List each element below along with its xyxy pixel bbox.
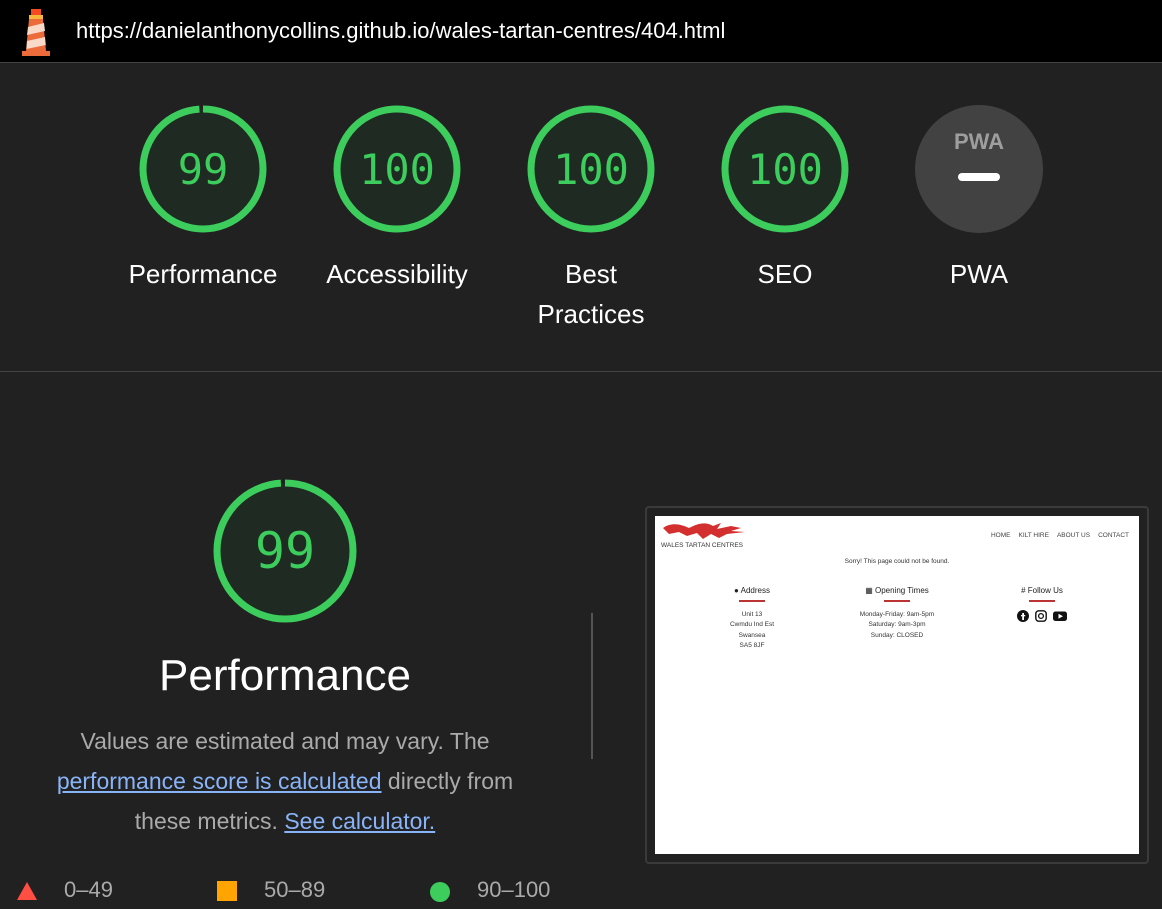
gauge-label: Performance xyxy=(128,259,278,289)
page-url[interactable]: https://danielanthonycollins.github.io/w… xyxy=(76,18,725,44)
score-ring: 100 xyxy=(721,105,849,233)
score-value: 100 xyxy=(747,145,823,194)
address-line: Unit 13 xyxy=(741,610,763,618)
score-value: 100 xyxy=(359,145,435,194)
svg-text:PWA: PWA xyxy=(954,129,1004,154)
follow-us-column: # Follow Us xyxy=(982,586,1102,622)
address-line: Swansea xyxy=(738,631,766,639)
score-ring: 99 xyxy=(213,479,357,623)
gauge-best-practices[interactable]: 100 Best Practices xyxy=(501,104,681,334)
score-legend: 0–49 50–89 90–100 xyxy=(0,873,600,909)
gauge-performance[interactable]: 99 Performance xyxy=(113,104,293,294)
divider xyxy=(591,613,593,759)
screenshot-page: WALES TARTAN CENTRES HOME KILT HIRE ABOUT … xyxy=(655,516,1139,854)
instagram-icon xyxy=(1035,609,1047,622)
dragon-logo-icon xyxy=(663,523,745,539)
gauge-label: Best Practices xyxy=(537,259,645,329)
final-screenshot[interactable]: WALES TARTAN CENTRES HOME KILT HIRE ABOUT … xyxy=(645,506,1149,864)
performance-section: 99 Performance Values are estimated and … xyxy=(0,373,1162,906)
performance-description: Values are estimated and may vary. The p… xyxy=(30,721,540,841)
legend-fail-range: 0–49 xyxy=(64,877,113,902)
thumb-nav: HOME KILT HIRE ABOUT US CONTACT xyxy=(983,532,1129,539)
gauge-label: Accessibility xyxy=(326,259,468,289)
performance-title: Performance xyxy=(159,651,411,700)
performance-gauge: 99 xyxy=(212,478,358,629)
score-ring: 99 xyxy=(139,105,267,233)
divider xyxy=(1029,600,1055,602)
facebook-icon xyxy=(1017,609,1029,622)
address-line: SA5 8JF xyxy=(739,642,765,649)
desc-text: Values are estimated and may vary. The xyxy=(80,728,490,754)
score-calculated-link[interactable]: performance score is calculated xyxy=(57,768,382,794)
divider xyxy=(739,600,765,602)
category-scores: 99 Performance 100 Accessibility 100 Bes… xyxy=(0,64,1162,372)
gauge-label: SEO xyxy=(757,259,813,289)
pass-circle-icon xyxy=(430,882,450,902)
divider xyxy=(884,600,910,602)
pwa-badge-icon: PWA xyxy=(915,105,1043,233)
map-pin-icon: ● xyxy=(734,586,739,595)
score-value: 99 xyxy=(178,145,229,194)
address-line: Cwmdu Ind Est xyxy=(729,621,775,628)
legend-average-range: 50–89 xyxy=(264,877,326,902)
opening-times-column: ▦ Opening Times Monday-Friday: 9am-5pm S… xyxy=(837,586,957,641)
calendar-icon: ▦ xyxy=(865,586,873,595)
address-title: Address xyxy=(740,586,770,595)
times-line: Sunday: CLOSED xyxy=(870,631,924,639)
thumb-nav-about-us: ABOUT US xyxy=(1056,532,1091,539)
opening-times-title: Opening Times xyxy=(874,586,929,595)
gauge-seo[interactable]: 100 SEO xyxy=(695,104,875,294)
gauge-pwa[interactable]: PWA PWA xyxy=(889,104,1069,294)
url-bar: https://danielanthonycollins.github.io/w… xyxy=(0,0,1162,63)
follow-us-title: Follow Us xyxy=(1027,586,1063,595)
gauge-accessibility[interactable]: 100 Accessibility xyxy=(307,104,487,294)
times-line: Monday-Friday: 9am-5pm xyxy=(859,610,935,618)
legend-pass-range: 90–100 xyxy=(477,877,551,902)
thumb-nav-home: HOME xyxy=(990,532,1011,539)
score-value: 100 xyxy=(553,145,629,194)
times-line: Saturday: 9am-3pm xyxy=(868,621,926,628)
brand-name: WALES TARTAN CENTRES xyxy=(661,542,743,549)
youtube-icon xyxy=(1053,611,1067,621)
hashtag-icon: # xyxy=(1021,586,1026,595)
thumb-nav-contact: CONTACT xyxy=(1098,532,1129,539)
average-square-icon xyxy=(217,881,237,901)
address-column: ● Address Unit 13 Cwmdu Ind Est Swansea … xyxy=(692,586,812,652)
fail-triangle-icon xyxy=(17,882,37,900)
score-value: 99 xyxy=(255,522,315,580)
see-calculator-link[interactable]: See calculator. xyxy=(284,808,435,834)
thumb-nav-kilt-hire: KILT HIRE xyxy=(1018,532,1049,539)
lighthouse-icon xyxy=(22,9,50,56)
score-ring: 100 xyxy=(333,105,461,233)
gauge-label: PWA xyxy=(949,259,1009,289)
score-ring: 100 xyxy=(527,105,655,233)
not-found-message: Sorry! This page could not be found. xyxy=(844,558,950,565)
